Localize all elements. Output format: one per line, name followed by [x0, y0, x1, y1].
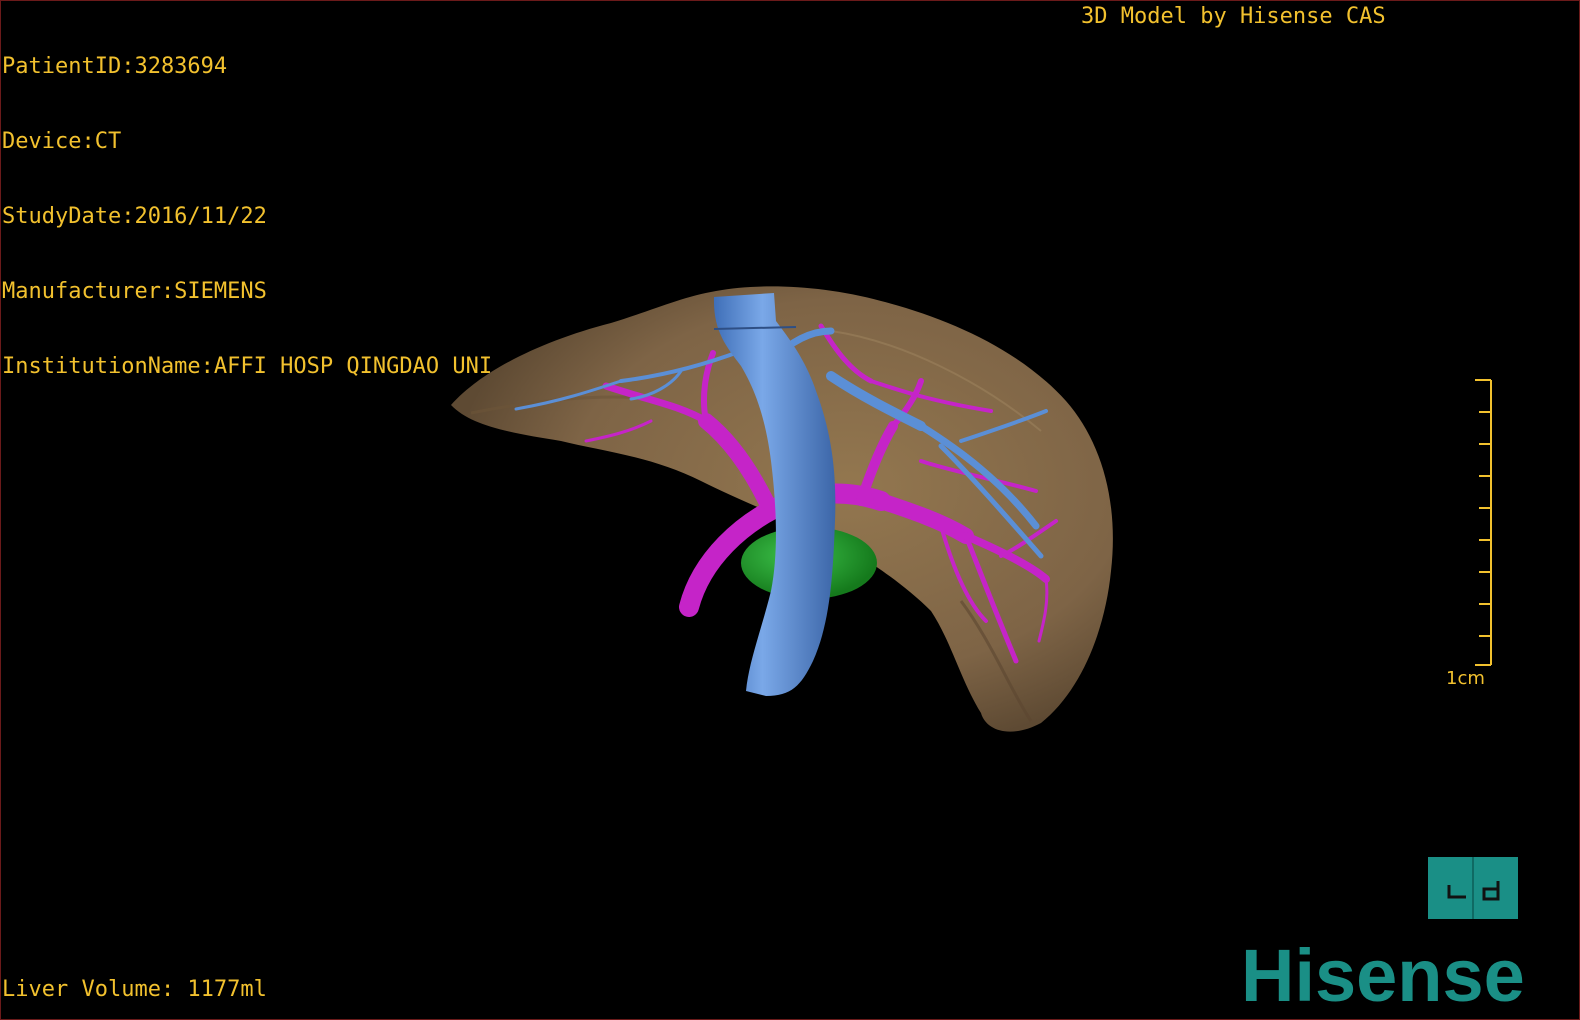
manufacturer: Manufacturer:SIEMENS [2, 279, 267, 304]
hisense-logo: Hisense [1241, 934, 1525, 1013]
render-viewport[interactable]: 1cm PatientID:3283694 Device:CT StudyDat… [0, 0, 1580, 1020]
institution-name: InstitutionName:AFFI HOSP QINGDAO UNI [2, 354, 493, 379]
study-date: StudyDate:2016/11/22 [2, 204, 267, 229]
patient-id: PatientID:3283694 [2, 54, 228, 79]
orientation-cube-icon[interactable] [1428, 857, 1518, 919]
liver-volume: Liver Volume: 1177ml [2, 977, 267, 1002]
device: Device:CT [2, 129, 122, 154]
dicom-info-overlay: PatientID:3283694 Device:CT StudyDate:20… [2, 4, 492, 429]
scale-bar-label: 1cm [1446, 668, 1485, 689]
model-credit: 3D Model by Hisense CAS [1081, 4, 1386, 29]
hisense-logo-text: Hisense [1241, 934, 1525, 1013]
scale-bar [1475, 379, 1492, 666]
